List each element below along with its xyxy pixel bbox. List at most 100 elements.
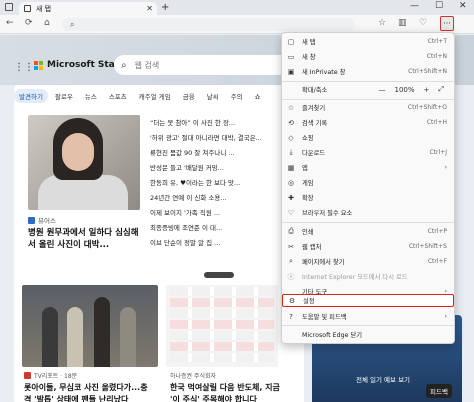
settings-and-more-button[interactable]: ··· — [440, 16, 454, 31]
card-headline[interactable]: 롯아이들, 무심코 사진 올렸다가...충격 '발톱' 상태에 팬들 난리났다 — [24, 382, 154, 402]
downloads-icon: ⤓ — [289, 148, 293, 156]
category-casual-games[interactable]: 캐주얼 게임 — [134, 89, 176, 103]
address-input[interactable] — [78, 20, 299, 29]
full-screen-icon[interactable]: ⤢ — [438, 85, 444, 94]
menu-item-label: 페이지에서 찾기 — [302, 259, 345, 266]
menu-item-help-feedback[interactable]: ? 도움말 및 피드백 › — [282, 310, 454, 323]
menu-item-apps[interactable]: ▦ 앱 › — [282, 161, 454, 174]
menu-item-downloads[interactable]: ⤓ 다운로드 Ctrl+J — [282, 146, 454, 159]
zoom-out-button[interactable]: — — [379, 86, 386, 94]
card-headline[interactable]: 한국 먹여살릴 다음 반도체, 지금 '이 주식' 주목해야 합니다 — [170, 382, 280, 402]
tab-strip: 새 탭 ✕ + — ☐ ✕ — [0, 0, 474, 15]
category-show[interactable]: 쇼 — [250, 89, 266, 103]
search-placeholder: 웹 검색 — [134, 60, 160, 70]
shopping-icon: ◇ — [288, 133, 294, 142]
menu-item-close-edge[interactable]: Microsoft Edge 닫기 — [282, 328, 454, 341]
tab-close-icon[interactable]: ✕ — [146, 4, 153, 13]
menu-item-label: Internet Explorer 모드에서 다시 로드 — [302, 274, 408, 281]
menu-item-extensions[interactable]: ✚ 확장 — [282, 191, 454, 204]
menu-item-label: 앱 — [302, 165, 308, 172]
publisher-logo-icon — [24, 372, 31, 379]
menu-shortcut: Ctrl+N — [426, 53, 447, 60]
menu-item-print[interactable]: ⎙ 인쇄 Ctrl+P — [282, 225, 454, 238]
menu-shortcut: Ctrl+H — [426, 119, 447, 126]
hero-headline[interactable]: 병원 원무과에서 일하다 심심해서 올린 사진이 대박... — [28, 227, 143, 251]
menu-separator — [282, 325, 454, 326]
category-weather[interactable]: 날씨 — [202, 89, 224, 103]
new-tab-button[interactable]: + — [161, 2, 169, 13]
menu-item-find-on-page[interactable]: ⌕ 페이지에서 찾기 Ctrl+F — [282, 255, 454, 268]
card-source-name: TV리포트 · 18분 — [34, 373, 78, 380]
essentials-icon: ♡ — [287, 208, 295, 217]
headline-item[interactable]: 최종증빙에 조연준 이 대... — [150, 221, 274, 236]
zoom-in-button[interactable]: + — [424, 86, 430, 94]
favorites-icon: ☆ — [287, 103, 295, 112]
headline-item[interactable]: “더는 못 참아” 이 사진 한 장... — [150, 116, 274, 131]
apps-icon: ▦ — [287, 163, 295, 172]
collections-icon[interactable]: ♡ — [419, 18, 427, 28]
help-icon: ? — [289, 312, 293, 321]
carousel-indicator[interactable] — [204, 272, 234, 278]
address-bar[interactable]: ⌕ — [62, 18, 355, 31]
menu-item-favorites[interactable]: ☆ 즐겨찾기 Ctrl+Shift+O — [282, 101, 454, 114]
home-icon[interactable]: ⌂ — [44, 18, 50, 28]
headline-item[interactable]: 이브 단순이 정말 알 집 ... — [150, 236, 274, 251]
hero-image[interactable] — [28, 115, 140, 210]
category-attention[interactable]: 주의 — [226, 89, 248, 103]
back-arrow-icon[interactable]: ← — [6, 18, 14, 28]
menu-item-inprivate[interactable]: ▣ 새 InPrivate 창 Ctrl+Shift+N — [282, 65, 454, 78]
menu-item-history[interactable]: ⟲ 검색 기록 Ctrl+H — [282, 116, 454, 129]
menu-item-settings[interactable]: ⚙ 설정 — [282, 294, 454, 307]
menu-item-games[interactable]: ◎ 게임 — [282, 176, 454, 189]
category-discover[interactable]: 발견하기 — [14, 89, 48, 103]
refresh-icon[interactable]: ⟳ — [25, 18, 33, 28]
minimize-button[interactable]: — — [410, 1, 419, 11]
menu-item-web-capture[interactable]: ✂ 웹 캡처 Ctrl+Shift+S — [282, 240, 454, 253]
brand-title: Microsoft Start — [47, 60, 124, 70]
ie-mode-icon: ⓔ — [287, 272, 295, 281]
menu-item-browser-essentials[interactable]: ♡ 브라우저 필수 요소 — [282, 206, 454, 219]
category-sports[interactable]: 스포츠 — [104, 89, 132, 103]
favorites-star-icon[interactable]: ☆ — [378, 18, 386, 28]
web-search-box[interactable]: ⌕ 웹 검색 — [114, 55, 294, 75]
menu-item-new-window[interactable]: ▭ 새 창 Ctrl+N — [282, 50, 454, 63]
card-source: 하나증권 주식회자 — [170, 371, 216, 380]
card-image-dance[interactable] — [22, 285, 158, 367]
card-image-stocks[interactable] — [166, 285, 278, 367]
zoom-value: 100% — [394, 85, 415, 94]
menu-item-label: 확장 — [302, 195, 314, 202]
menu-shortcut: Ctrl+F — [427, 258, 447, 265]
headline-item[interactable]: '허위 광고' 절대 아니라면 대박, 결국은... — [150, 131, 274, 146]
category-news[interactable]: 뉴스 — [80, 89, 102, 103]
split-screen-icon[interactable]: ▥ — [398, 18, 407, 28]
maximize-button[interactable]: ☐ — [435, 1, 443, 11]
tab-new-tab[interactable]: 새 탭 ✕ — [19, 2, 157, 15]
settings-icon: ⚙ — [288, 296, 296, 305]
headline-item[interactable]: 24년간 연예 이 신화 소용... — [150, 191, 274, 206]
publisher-logo-icon — [28, 216, 35, 224]
headline-item[interactable]: 류현진 몸값 90 잘 쳐주나니 ... — [150, 146, 274, 161]
extensions-icon: ✚ — [288, 193, 294, 202]
menu-separator — [282, 222, 454, 223]
menu-shortcut: Ctrl+Shift+O — [407, 104, 447, 111]
zoom-controls: — 100% + ⤢ — [379, 85, 445, 94]
settings-and-more-menu: ▢ 새 탭 Ctrl+T ▭ 새 창 Ctrl+N ▣ 새 InPrivate … — [281, 32, 455, 344]
menu-item-new-tab[interactable]: ▢ 새 탭 Ctrl+T — [282, 35, 454, 48]
headline-item[interactable]: 이제 보이지 '가족 직원 ... — [150, 206, 274, 221]
search-icon: ⌕ — [70, 19, 75, 29]
menu-item-shopping[interactable]: ◇ 쇼핑 — [282, 131, 454, 144]
app-launcher-icon[interactable]: ⋮⋮ — [14, 62, 34, 73]
feedback-button[interactable]: 피드백 — [426, 384, 452, 398]
games-icon: ◎ — [287, 178, 295, 187]
headline-item[interactable]: 반성문 들고 '배달원 커밍... — [150, 161, 274, 176]
weather-forecast-link[interactable]: 전체 일기 예보 보기 — [356, 374, 410, 384]
menu-shortcut: Ctrl+J — [429, 149, 447, 156]
category-follow[interactable]: 팔로우 — [50, 89, 78, 103]
tab-actions-icon[interactable] — [5, 3, 13, 11]
menu-item-label: 다운로드 — [302, 150, 326, 157]
menu-item-label: 쇼핑 — [302, 135, 314, 142]
menu-separator — [282, 99, 454, 100]
headline-item[interactable]: 한동희 유, ♥이라는 한 보다 맛... — [150, 176, 274, 191]
close-window-button[interactable]: ✕ — [459, 1, 467, 11]
category-finance[interactable]: 금융 — [178, 89, 200, 103]
